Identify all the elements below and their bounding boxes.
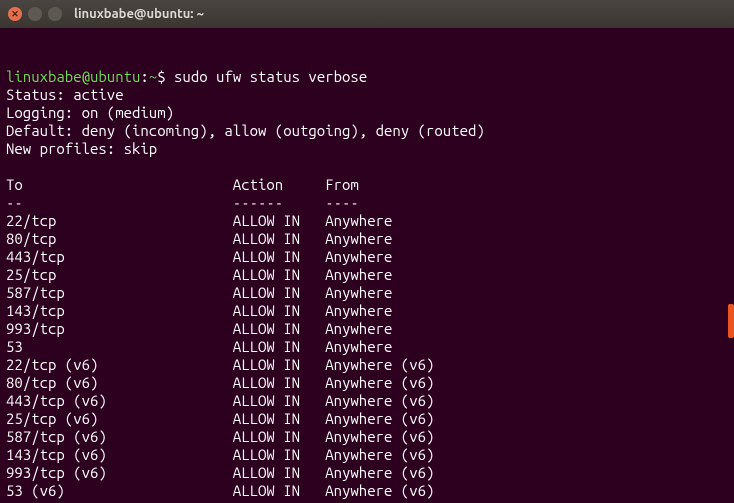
table-row: 143/tcp (v6) ALLOW IN Anywhere (v6) (6, 446, 728, 464)
prompt-line: linuxbabe@ubuntu:~$ sudo ufw status verb… (6, 68, 728, 86)
terminal-output: linuxbabe@ubuntu:~$ sudo ufw status verb… (6, 68, 728, 503)
table-row: 25/tcp ALLOW IN Anywhere (6, 266, 728, 284)
maximize-icon[interactable]: ▢ (48, 7, 62, 21)
table-header: To Action From (6, 176, 728, 194)
table-row: 80/tcp (v6) ALLOW IN Anywhere (v6) (6, 374, 728, 392)
window-titlebar: ✕ – ▢ linuxbabe@ubuntu: ~ (0, 0, 734, 28)
table-row: 993/tcp ALLOW IN Anywhere (6, 320, 728, 338)
table-row: 143/tcp ALLOW IN Anywhere (6, 302, 728, 320)
minimize-icon[interactable]: – (28, 7, 42, 21)
table-row: 53 (v6) ALLOW IN Anywhere (v6) (6, 482, 728, 500)
status-line: Default: deny (incoming), allow (outgoin… (6, 122, 728, 140)
table-row: 80/tcp ALLOW IN Anywhere (6, 230, 728, 248)
table-row: 993/tcp (v6) ALLOW IN Anywhere (v6) (6, 464, 728, 482)
close-icon[interactable]: ✕ (8, 7, 22, 21)
table-row: 22/tcp ALLOW IN Anywhere (6, 212, 728, 230)
status-line: New profiles: skip (6, 140, 728, 158)
table-row: 22/tcp (v6) ALLOW IN Anywhere (v6) (6, 356, 728, 374)
table-row: 443/tcp ALLOW IN Anywhere (6, 248, 728, 266)
table-row: 53 ALLOW IN Anywhere (6, 338, 728, 356)
table-row: 587/tcp ALLOW IN Anywhere (6, 284, 728, 302)
blank-line (6, 158, 728, 176)
command-text: sudo ufw status verbose (174, 68, 367, 85)
scrollbar-thumb[interactable] (728, 304, 734, 338)
terminal[interactable]: linuxbabe@ubuntu:~$ sudo ufw status verb… (0, 28, 734, 503)
table-row: 587/tcp (v6) ALLOW IN Anywhere (v6) (6, 428, 728, 446)
status-line: Status: active (6, 86, 728, 104)
window-title: linuxbabe@ubuntu: ~ (74, 5, 204, 23)
status-line: Logging: on (medium) (6, 104, 728, 122)
table-row: 443/tcp (v6) ALLOW IN Anywhere (v6) (6, 392, 728, 410)
table-row: 25/tcp (v6) ALLOW IN Anywhere (v6) (6, 410, 728, 428)
table-divider: -- ------ ---- (6, 194, 728, 212)
